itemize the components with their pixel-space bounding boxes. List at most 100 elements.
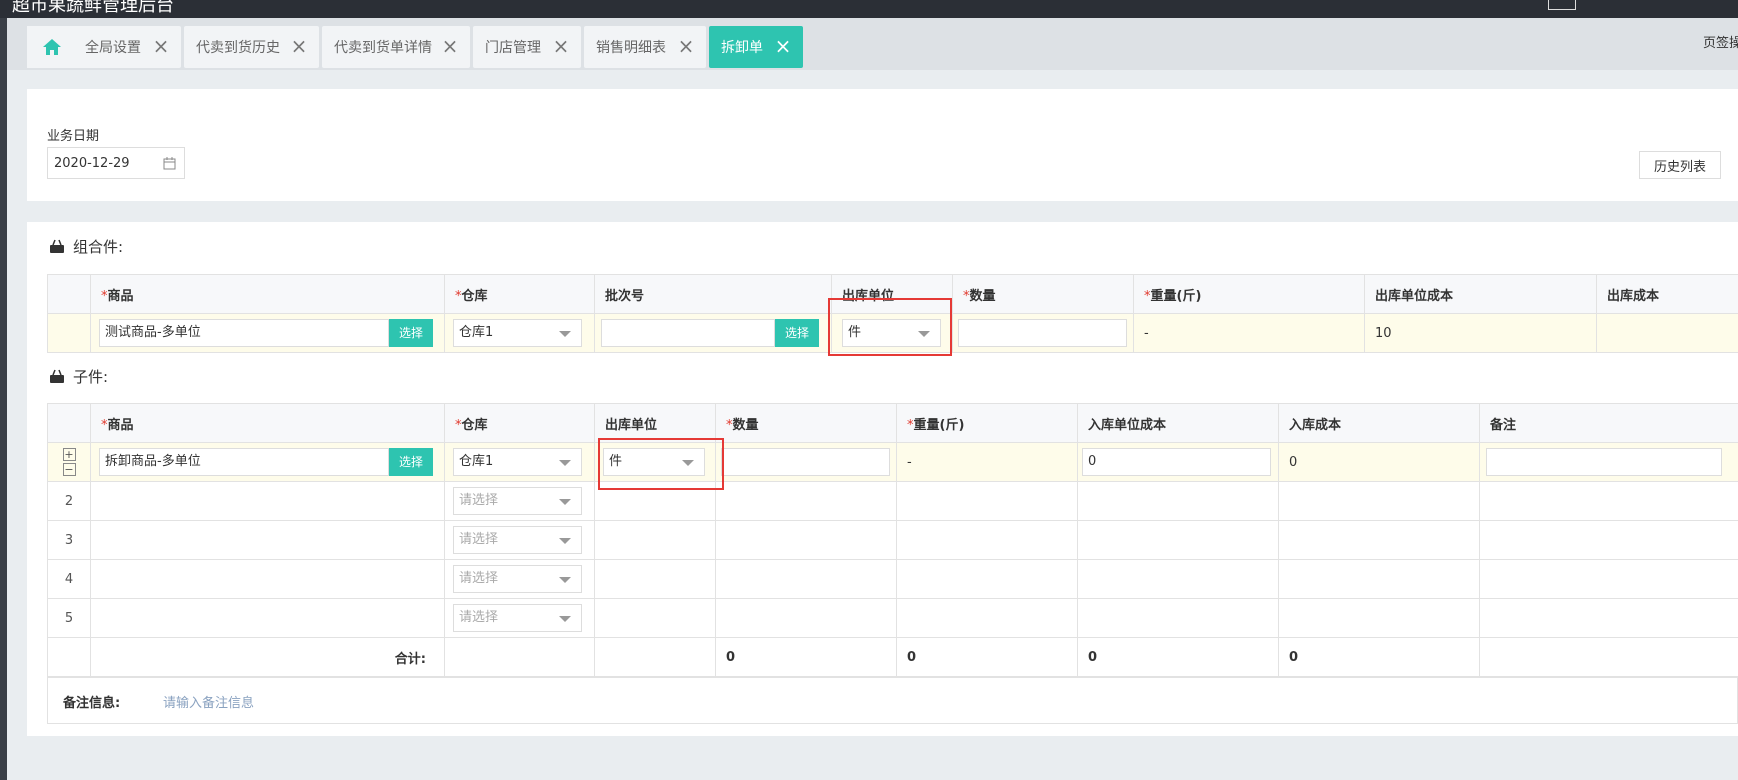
child-table: *商品 *仓库 出库单位 *数量 *重量(斤) 入库单位成本 入库成本 备注 +… [47, 403, 1738, 677]
child-row-1: + − 拆卸商品-多单位 选择 仓库1 件 - 0 0 [47, 442, 1738, 482]
tab-operations[interactable]: 页签操作 [1703, 32, 1738, 51]
close-icon[interactable]: × [289, 36, 309, 56]
warehouse-select[interactable]: 请选择 [453, 604, 582, 632]
qty-cell[interactable] [715, 559, 897, 599]
qty-cell[interactable] [715, 520, 897, 560]
remove-row-icon[interactable]: − [62, 463, 76, 476]
close-icon[interactable]: × [551, 36, 571, 56]
close-icon[interactable]: × [151, 36, 171, 56]
product-input[interactable]: 测试商品-多单位 [99, 319, 389, 347]
batch-input[interactable] [601, 319, 775, 347]
product-select-button[interactable]: 选择 [389, 448, 433, 476]
col-warehouse: *仓库 [444, 403, 595, 443]
total-unit [594, 637, 716, 677]
close-icon[interactable]: × [773, 36, 793, 56]
product-input[interactable]: 拆卸商品-多单位 [99, 448, 389, 476]
unit-cost-cell[interactable] [1077, 520, 1279, 560]
remark-input[interactable]: 请输入备注信息 [163, 692, 254, 711]
header-blank [47, 274, 91, 314]
unit-cost-cell[interactable] [1077, 598, 1279, 638]
product-cell[interactable] [90, 520, 445, 560]
close-icon[interactable]: × [440, 36, 460, 56]
child-row-2: 2 请选择 [47, 481, 1738, 521]
unit-cost-cell[interactable] [1077, 559, 1279, 599]
tab-sales-detail[interactable]: 销售明细表 × [584, 26, 706, 68]
warehouse-select[interactable]: 请选择 [453, 526, 582, 554]
note-cell[interactable] [1479, 520, 1738, 560]
tab-label: 代卖到货单详情 [334, 40, 432, 56]
tab-store-management[interactable]: 门店管理 × [473, 26, 581, 68]
batch-cell: 选择 [594, 313, 832, 353]
product-cell[interactable] [90, 598, 445, 638]
tab-label: 代卖到货历史 [196, 40, 280, 56]
qty-cell[interactable] [715, 598, 897, 638]
product-select-button[interactable]: 选择 [389, 319, 433, 347]
calendar-icon[interactable] [163, 157, 176, 170]
date-label: 业务日期 [47, 129, 100, 144]
app-title: 超市果蔬鲜管理后台 [12, 0, 174, 16]
add-row-icon[interactable]: + [62, 448, 76, 461]
tab-consign-detail[interactable]: 代卖到货单详情 × [322, 26, 470, 68]
tab-label: 拆卸单 [721, 40, 763, 56]
child-header-row: *商品 *仓库 出库单位 *数量 *重量(斤) 入库单位成本 入库成本 备注 [47, 403, 1738, 443]
qty-input[interactable] [958, 319, 1127, 347]
basket-icon [50, 369, 64, 383]
unit-cell[interactable] [594, 559, 716, 599]
chevron-down-icon [559, 499, 571, 505]
weight-cell [896, 481, 1078, 521]
unit-cell[interactable] [594, 598, 716, 638]
cost-cell: 0 [1278, 442, 1480, 482]
qty-cell[interactable] [715, 481, 897, 521]
warehouse-select[interactable]: 仓库1 [453, 319, 582, 347]
left-sidebar-strip [0, 18, 7, 780]
highlight-box-child-unit [598, 438, 724, 490]
tab-disassembly[interactable]: 拆卸单 × [709, 26, 803, 68]
weight-cell [896, 520, 1078, 560]
tab-home[interactable] [27, 26, 77, 68]
total-cost: 0 [1278, 637, 1480, 677]
product-cell[interactable] [90, 559, 445, 599]
unit-cell[interactable] [594, 520, 716, 560]
total-blank [47, 637, 91, 677]
note-cell [1479, 442, 1738, 482]
chevron-down-icon [559, 616, 571, 622]
col-in-unit-cost: 入库单位成本 [1077, 403, 1279, 443]
weight-cell [896, 559, 1078, 599]
date-input[interactable]: 2020-12-29 [47, 147, 185, 179]
basket-icon [50, 239, 64, 253]
col-qty: *数量 [715, 403, 897, 443]
chevron-down-icon [559, 460, 571, 466]
note-cell[interactable] [1479, 598, 1738, 638]
highlight-box-combo-unit [828, 298, 952, 356]
warehouse-select[interactable]: 请选择 [453, 487, 582, 515]
tab-global-settings[interactable]: 全局设置 × [73, 26, 181, 68]
total-label: 合计: [90, 637, 445, 677]
row-controls: + − [47, 442, 91, 482]
top-checkbox[interactable] [1548, 0, 1576, 10]
warehouse-cell: 仓库1 [444, 313, 595, 353]
note-cell[interactable] [1479, 481, 1738, 521]
warehouse-select[interactable]: 请选择 [453, 565, 582, 593]
child-row-4: 4 请选择 [47, 559, 1738, 599]
weight-cell [896, 598, 1078, 638]
col-weight: *重量(斤) [1133, 274, 1365, 314]
unit-cost-input[interactable]: 0 [1082, 448, 1271, 476]
product-cell[interactable] [90, 481, 445, 521]
child-title-text: 子件: [73, 368, 109, 386]
note-input[interactable] [1486, 448, 1722, 476]
history-list-button[interactable]: 历史列表 [1639, 151, 1721, 179]
child-section-title: 子件: [49, 366, 108, 387]
row-number: 3 [47, 520, 91, 560]
remark-row: 备注信息: 请输入备注信息 [47, 677, 1738, 724]
child-row-3: 3 请选择 [47, 520, 1738, 560]
tab-consign-history[interactable]: 代卖到货历史 × [184, 26, 319, 68]
total-unit-cost: 0 [1077, 637, 1279, 677]
col-batch: 批次号 [594, 274, 832, 314]
unit-cost-cell[interactable] [1077, 481, 1279, 521]
qty-input[interactable] [721, 448, 890, 476]
close-icon[interactable]: × [676, 36, 696, 56]
warehouse-select[interactable]: 仓库1 [453, 448, 582, 476]
cost-cell [1278, 481, 1480, 521]
note-cell[interactable] [1479, 559, 1738, 599]
batch-select-button[interactable]: 选择 [775, 319, 819, 347]
